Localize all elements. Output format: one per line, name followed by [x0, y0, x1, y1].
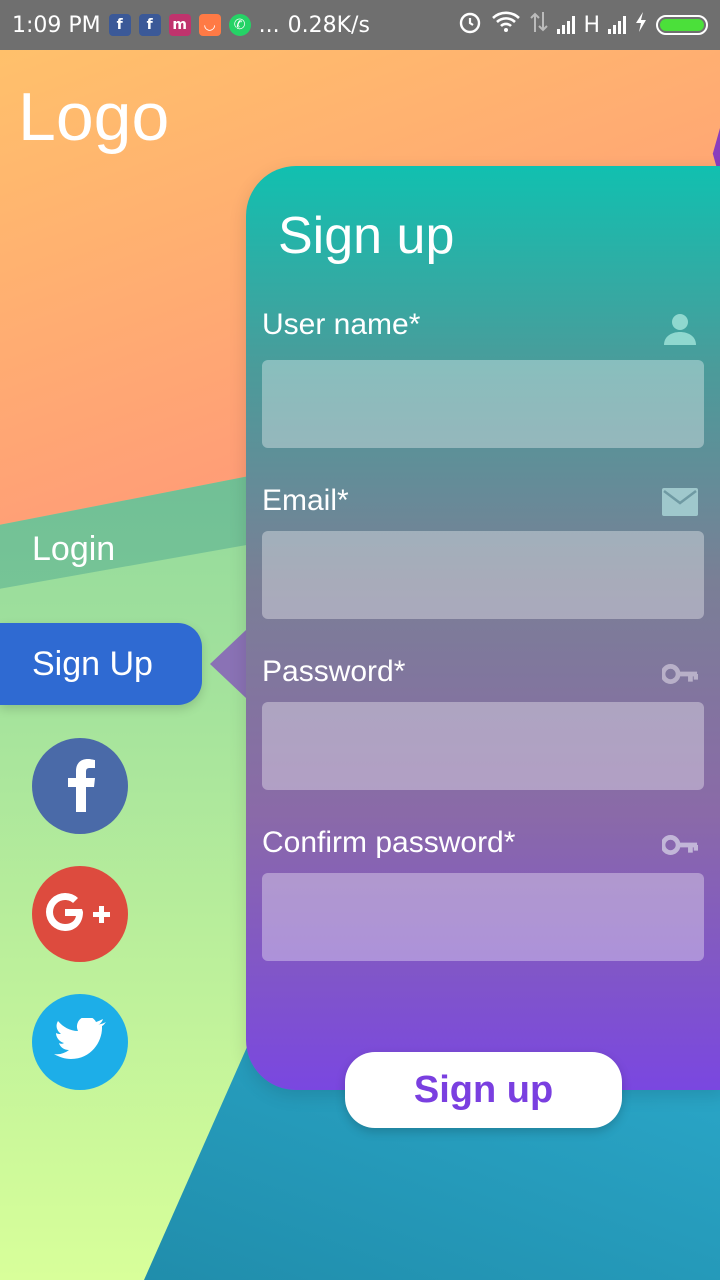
- shopping-icon: ◡: [198, 14, 221, 36]
- card-title: Sign up: [278, 207, 455, 265]
- facebook-button[interactable]: [32, 738, 128, 834]
- email-label: Email*: [262, 484, 349, 517]
- screen: 1:09 PM f f m ◡ ✆ ... 0.28K/s H Logo Log…: [0, 0, 720, 1280]
- key-icon: [662, 827, 698, 863]
- network-type: H: [583, 12, 600, 38]
- nav-signup[interactable]: Sign Up: [0, 623, 202, 705]
- battery-icon: [656, 15, 708, 35]
- password-label: Password*: [262, 655, 406, 688]
- mail-icon: [662, 484, 698, 520]
- signal-icon: [608, 16, 626, 34]
- username-label: User name*: [262, 308, 421, 341]
- status-bar: 1:09 PM f f m ◡ ✆ ... 0.28K/s H: [0, 0, 720, 50]
- facebook-icon: [60, 756, 100, 816]
- nav-login[interactable]: Login: [32, 530, 115, 569]
- wifi-icon: [491, 11, 521, 39]
- facebook-icon: f: [138, 14, 161, 36]
- user-icon: [662, 310, 698, 346]
- key-icon: [662, 656, 698, 692]
- nav-signup-label: Sign Up: [32, 644, 153, 683]
- signup-submit-button[interactable]: Sign up: [345, 1052, 622, 1128]
- data-arrows-icon: [529, 10, 549, 40]
- myntra-icon: m: [168, 14, 191, 36]
- google-plus-button[interactable]: [32, 866, 128, 962]
- facebook-icon: f: [108, 14, 131, 36]
- username-input[interactable]: [262, 360, 704, 448]
- status-time: 1:09 PM: [12, 12, 101, 38]
- email-input[interactable]: [262, 531, 704, 619]
- logo: Logo: [18, 79, 170, 155]
- charging-icon: [634, 11, 648, 39]
- twitter-icon: [54, 1016, 106, 1066]
- password-input[interactable]: [262, 702, 704, 790]
- signal-icon: [557, 16, 576, 34]
- twitter-button[interactable]: [32, 994, 128, 1090]
- more-notifications: ...: [258, 12, 280, 38]
- network-speed: 0.28K/s: [287, 12, 370, 38]
- whatsapp-icon: ✆: [228, 14, 251, 36]
- confirm-password-input[interactable]: [262, 873, 704, 961]
- google-plus-icon: [45, 892, 115, 936]
- alarm-icon: [457, 9, 483, 41]
- confirm-password-label: Confirm password*: [262, 826, 516, 859]
- nav-pointer: [210, 630, 246, 698]
